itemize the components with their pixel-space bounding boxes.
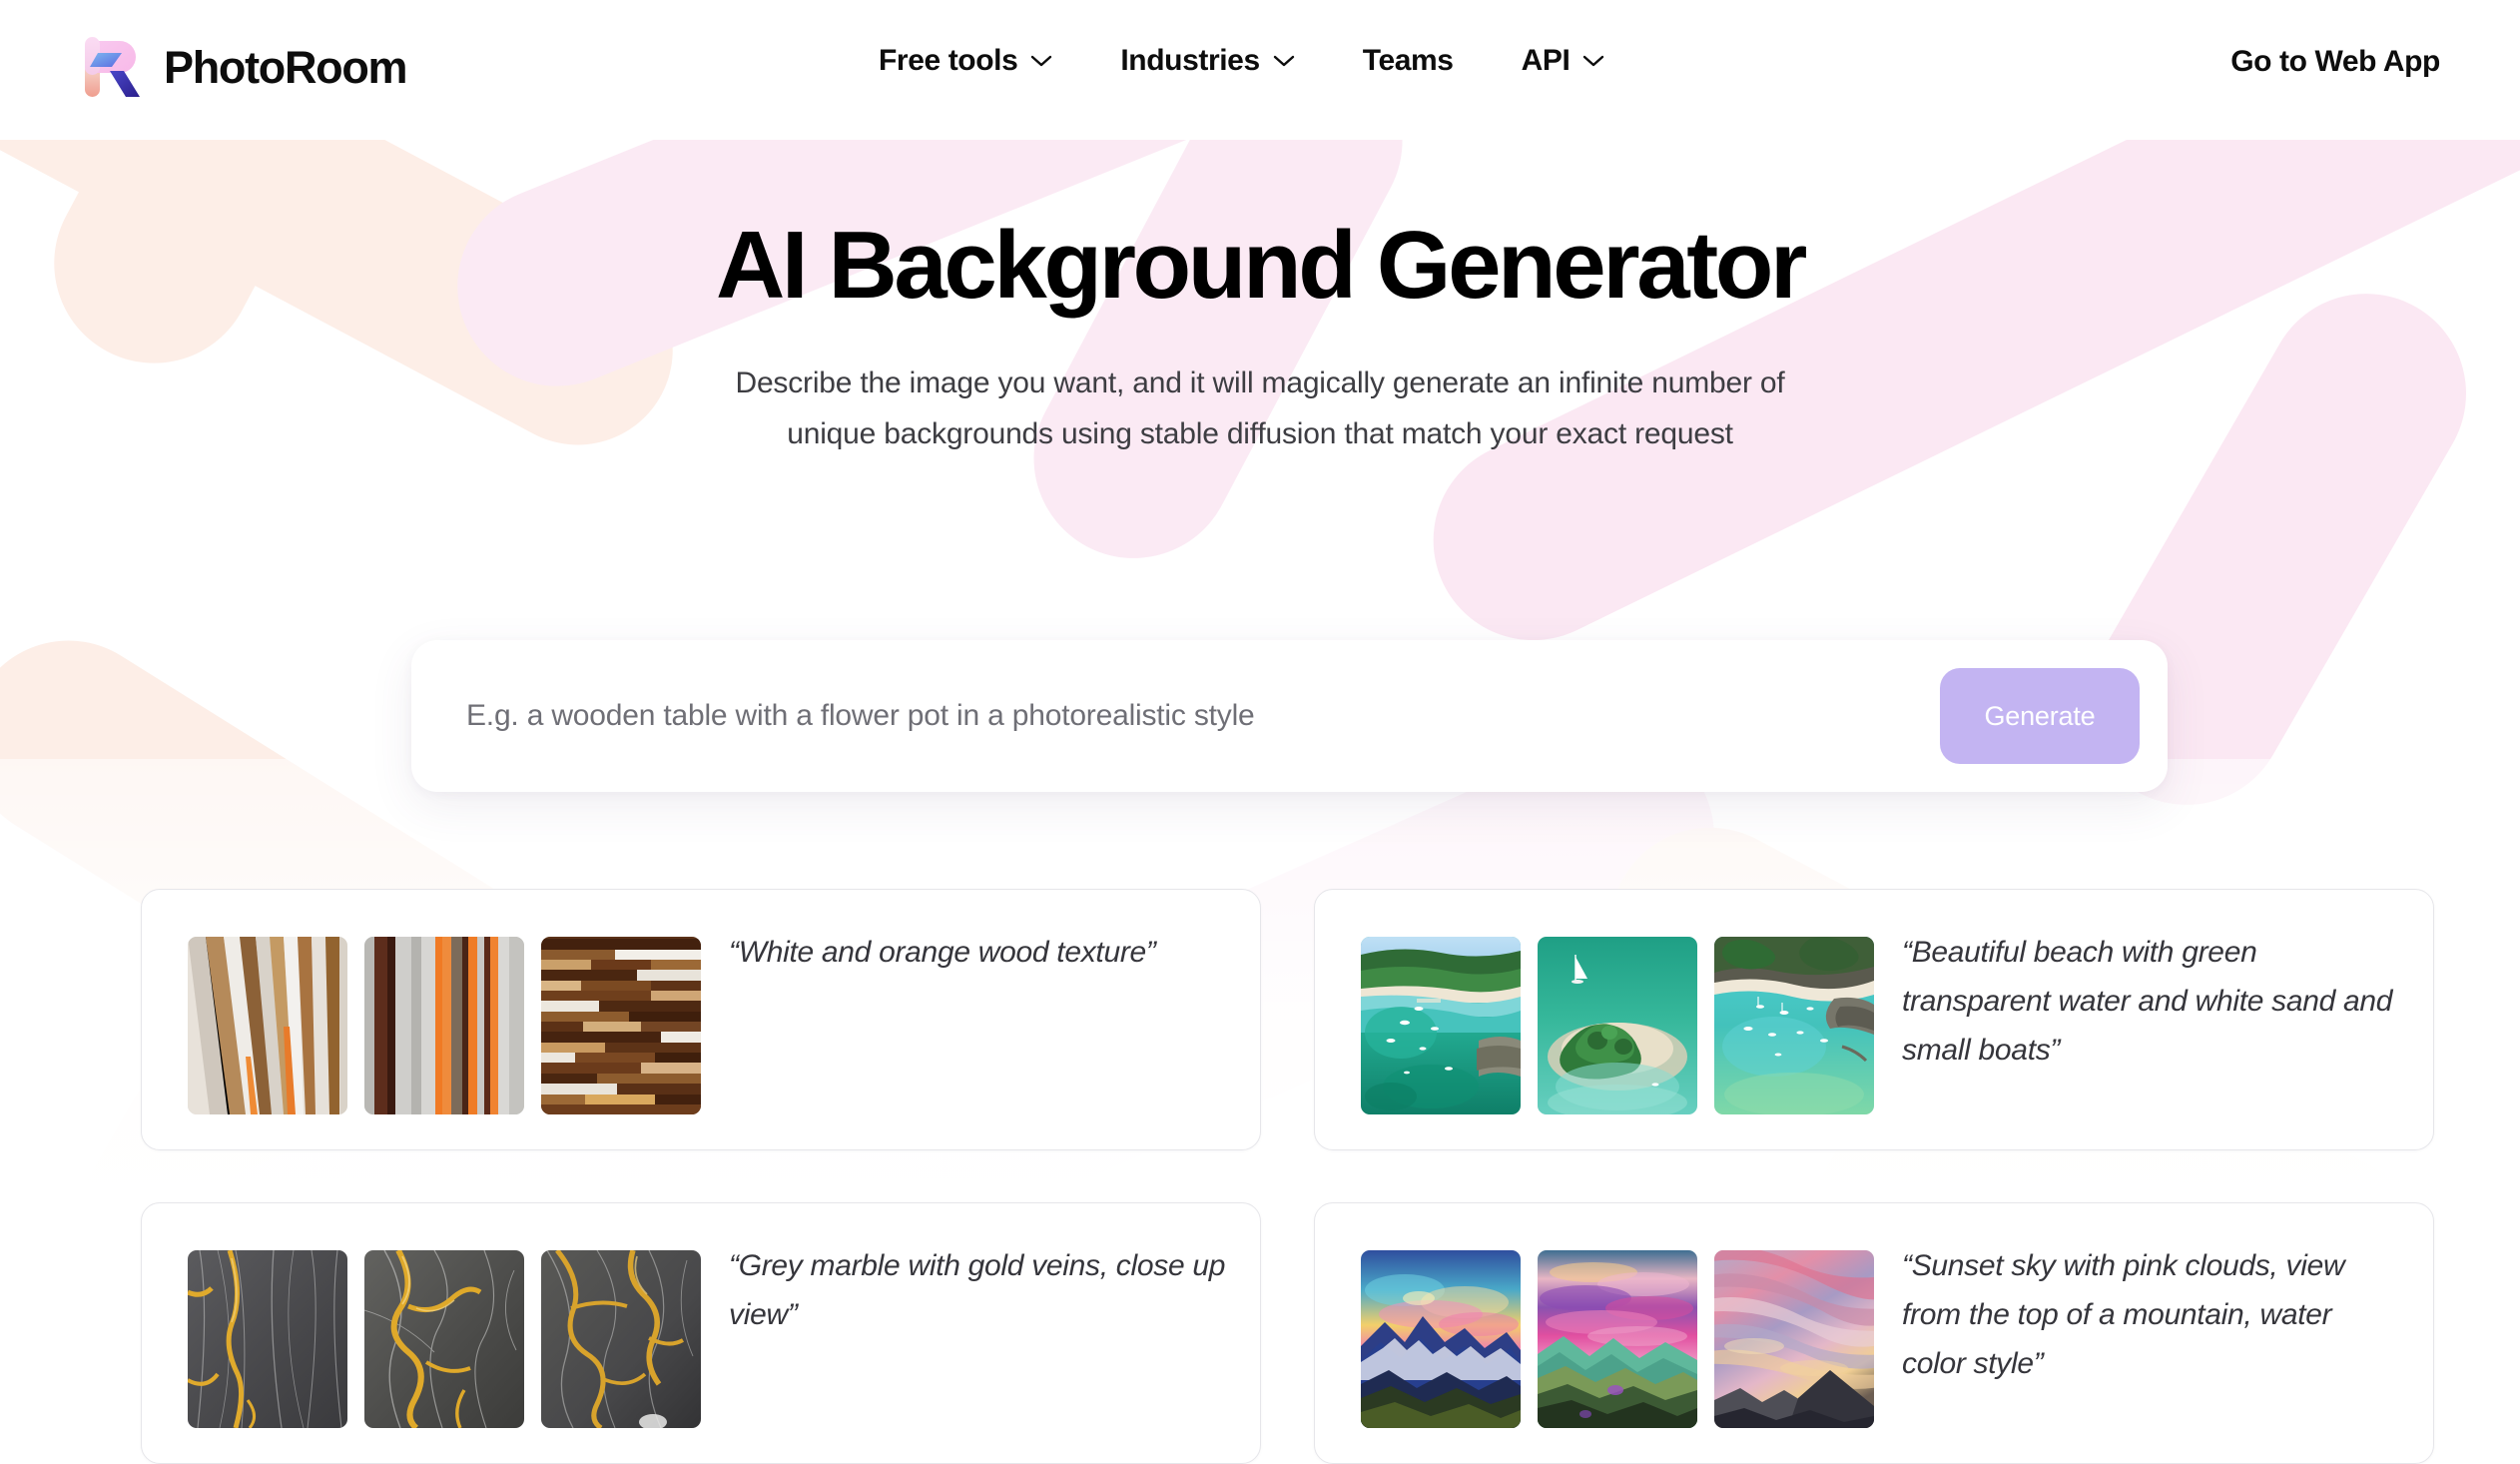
nav-item-label: Teams: [1362, 44, 1454, 77]
example-quote: “Beautiful beach with green transparent …: [1902, 936, 2393, 1067]
chevron-down-icon: [1031, 55, 1052, 67]
brand-logo[interactable]: PhotoRoom: [82, 33, 408, 101]
grey-marble-gold-veins-1-thumb[interactable]: [188, 1250, 347, 1428]
wood-slats-grey-orange-vertical-thumb[interactable]: [364, 937, 524, 1114]
example-thumbnails: [188, 1250, 701, 1428]
example-quote: “White and orange wood texture”: [729, 936, 1156, 969]
nav-item-industries[interactable]: Industries: [1120, 44, 1294, 78]
nav-item-api[interactable]: API: [1522, 44, 1605, 78]
watercolor-sunset-pink-streaks-thumb[interactable]: [1714, 1250, 1874, 1428]
example-card[interactable]: “Beautiful beach with green transparent …: [1314, 889, 2434, 1150]
nav-item-label: Free tools: [879, 44, 1018, 77]
nav-item-teams[interactable]: Teams: [1363, 44, 1454, 78]
watercolor-sunset-magenta-peaks-thumb[interactable]: [1538, 1250, 1697, 1428]
example-quote: “Sunset sky with pink clouds, view from …: [1902, 1249, 2345, 1380]
hero-subtitle: Describe the image you want, and it will…: [735, 366, 1785, 450]
aerial-island-sandbar-sailboat-thumb[interactable]: [1538, 937, 1697, 1114]
example-thumbnails: [188, 937, 701, 1114]
example-thumbnails: [1361, 937, 1874, 1114]
page-title: AI Background Generator: [715, 212, 1807, 319]
grey-marble-gold-veins-2-thumb[interactable]: [364, 1250, 524, 1428]
example-thumbnails: [1361, 1250, 1874, 1428]
aerial-cove-cliffs-boats-thumb[interactable]: [1714, 937, 1874, 1114]
nav-item-free-tools[interactable]: Free tools: [879, 44, 1052, 78]
grey-marble-gold-veins-3-thumb[interactable]: [541, 1250, 701, 1428]
chevron-down-icon: [1583, 55, 1604, 67]
main-navigation: Free tools Industries Teams API: [879, 44, 1604, 78]
watercolor-sunset-mountains-blue-thumb[interactable]: [1361, 1250, 1521, 1428]
photoroom-r-logo-icon: [85, 37, 140, 97]
go-to-web-app-link[interactable]: Go to Web App: [2230, 45, 2440, 79]
example-quote: “Grey marble with gold veins, close up v…: [729, 1249, 1226, 1331]
aerial-beach-boats-turquoise-thumb[interactable]: [1361, 937, 1521, 1114]
brand-name: PhotoRoom: [164, 41, 408, 93]
prompt-bar: Generate: [411, 640, 2168, 792]
example-card[interactable]: “Sunset sky with pink clouds, view from …: [1314, 1202, 2434, 1464]
prompt-input[interactable]: [466, 640, 1894, 792]
nav-item-label: API: [1521, 44, 1571, 77]
chevron-down-icon: [1273, 55, 1294, 67]
reclaimed-wood-wall-horizontal-thumb[interactable]: [541, 937, 701, 1114]
example-card[interactable]: “Grey marble with gold veins, close up v…: [141, 1202, 1261, 1464]
site-header: PhotoRoom Free tools Industries Teams AP…: [0, 0, 2520, 140]
example-card[interactable]: “White and orange wood texture”: [141, 889, 1261, 1150]
wood-planks-white-orange-diagonal-thumb[interactable]: [188, 937, 347, 1114]
nav-item-label: Industries: [1120, 44, 1260, 77]
generate-button[interactable]: Generate: [1940, 668, 2140, 764]
